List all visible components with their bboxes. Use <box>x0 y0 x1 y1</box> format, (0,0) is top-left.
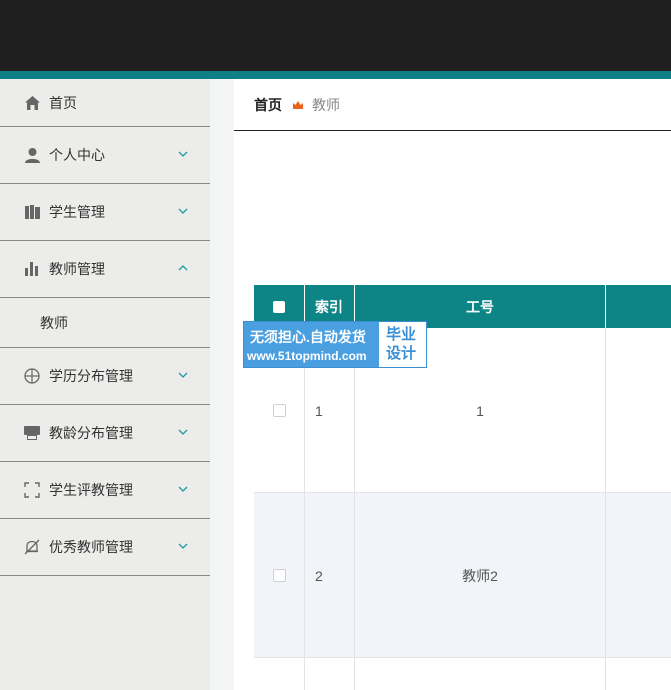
top-header-bar <box>0 0 671 71</box>
user-icon <box>24 147 40 163</box>
sidebar-item-home[interactable]: 首页 <box>0 79 210 127</box>
sidebar-item-label: 个人中心 <box>49 147 105 163</box>
sidebar-item-teaching-age-distribution[interactable]: 教龄分布管理 <box>0 405 210 462</box>
chevron-down-icon <box>178 429 188 435</box>
sidebar-item-label: 学生评教管理 <box>49 482 133 498</box>
breadcrumb: 首页 教师 <box>234 79 671 131</box>
select-all-checkbox[interactable] <box>273 300 285 313</box>
sidebar-item-label: 教师管理 <box>49 261 105 277</box>
row-checkbox[interactable] <box>272 404 286 417</box>
book-icon <box>24 204 40 220</box>
watermark-line-2: www.51topmind.com <box>247 349 367 363</box>
content-gutter <box>210 79 234 690</box>
bell-off-icon <box>24 539 40 555</box>
breadcrumb-home-link[interactable]: 首页 <box>254 95 282 115</box>
row-checkbox[interactable] <box>272 569 286 582</box>
watermark-badge: 毕业 设计 <box>379 322 426 367</box>
chevron-down-icon <box>178 151 188 157</box>
sidebar-item-label: 优秀教师管理 <box>49 539 133 555</box>
row-job-no <box>355 658 606 690</box>
sidebar-item-student-evaluation[interactable]: 学生评教管理 <box>0 462 210 519</box>
chevron-down-icon <box>178 208 188 214</box>
chevron-down-icon <box>178 486 188 492</box>
header-next-column <box>606 285 671 328</box>
breadcrumb-current: 教师 <box>312 96 340 113</box>
printer-icon <box>24 425 40 441</box>
sidebar-item-label: 教龄分布管理 <box>49 425 133 441</box>
watermark-banner: 无须担心.自动发货 www.51topmind.com 毕业 设计 <box>243 321 427 368</box>
sidebar-item-student-management[interactable]: 学生管理 <box>0 184 210 241</box>
row-index <box>305 658 355 690</box>
chevron-up-icon <box>178 265 188 271</box>
watermark-badge-line-1: 毕业 <box>386 326 417 343</box>
watermark-line-1: 无须担心.自动发货 <box>250 329 366 345</box>
chevron-down-icon <box>178 372 188 378</box>
header-accent-stripe <box>0 71 671 79</box>
sidebar-menu: 首页 个人中心 学生管理 教师管理 教师 学历分布管理 教龄分布管理 学生评教管… <box>0 79 210 690</box>
sidebar-item-personal-center[interactable]: 个人中心 <box>0 127 210 184</box>
table-row <box>254 658 671 690</box>
table-row: 2 教师2 <box>254 493 671 658</box>
sidebar-subitem-label: 教师 <box>40 314 68 331</box>
watermark-text-block: 无须担心.自动发货 www.51topmind.com <box>244 322 379 367</box>
frame-icon <box>24 482 40 498</box>
row-checkbox-cell <box>254 658 305 690</box>
bar-chart-icon <box>24 261 40 277</box>
sidebar-item-label: 学生管理 <box>49 204 105 220</box>
sidebar-item-label: 学历分布管理 <box>49 368 133 384</box>
row-index: 2 <box>305 493 355 658</box>
home-icon <box>24 95 40 111</box>
target-icon <box>24 368 40 384</box>
sidebar-subitem-teacher[interactable]: 教师 <box>0 298 210 348</box>
sidebar-item-label: 首页 <box>49 94 77 111</box>
row-job-no: 教师2 <box>355 493 606 658</box>
row-checkbox-cell <box>254 493 305 658</box>
crown-icon <box>293 100 303 109</box>
sidebar-item-education-distribution[interactable]: 学历分布管理 <box>0 348 210 405</box>
sidebar-item-teacher-management[interactable]: 教师管理 <box>0 241 210 298</box>
chevron-down-icon <box>178 543 188 549</box>
watermark-badge-line-2: 设计 <box>386 345 417 362</box>
sidebar-item-excellent-teacher[interactable]: 优秀教师管理 <box>0 519 210 576</box>
